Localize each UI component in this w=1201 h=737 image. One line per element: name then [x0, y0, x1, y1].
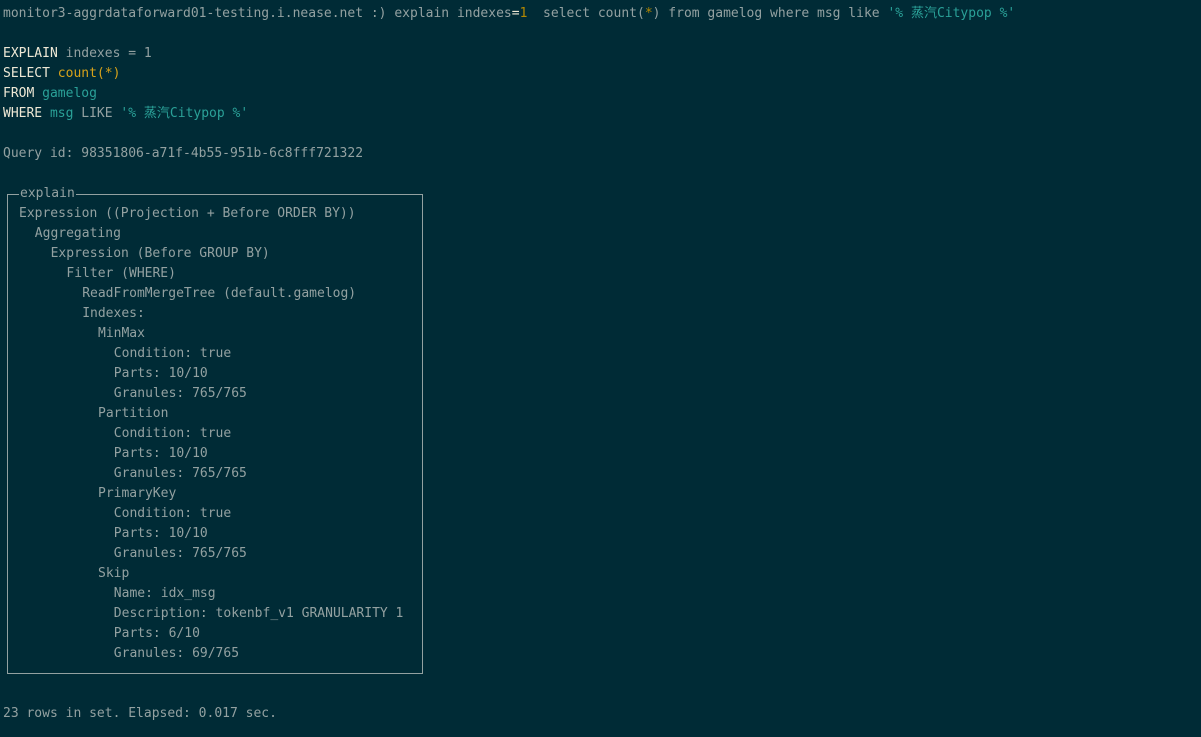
explain-row: Skip [98, 566, 130, 581]
prompt-string-close: Citypop %' [936, 6, 1016, 21]
prompt-equals: = [511, 6, 520, 21]
keyword-from: FROM [3, 86, 35, 101]
explain-row: Condition: true [113, 426, 232, 441]
string-cjk: 蒸汽 [143, 106, 170, 121]
explain-row: Expression (Before GROUP BY) [50, 246, 270, 261]
prompt-cmd-select: select count( [527, 6, 645, 21]
explain-row: Filter (WHERE) [66, 266, 176, 281]
explain-row: Name: idx_msg [113, 586, 216, 601]
formatted-from-line: FROM gamelog [3, 84, 97, 104]
explain-column-header: explain [19, 184, 76, 204]
prompt-string-cjk: 蒸汽 [910, 6, 937, 21]
query-id: Query id: 98351806-a71f-4b55-951b-6c8fff… [3, 146, 364, 161]
table-identifier: gamelog [42, 86, 97, 101]
prompt-star: * [644, 6, 653, 21]
explain-row: Aggregating [34, 226, 121, 241]
explain-row: Granules: 765/765 [113, 466, 247, 481]
keyword-explain: EXPLAIN [3, 46, 58, 61]
prompt-host: monitor3-aggrdataforward01-testing.i.nea… [3, 6, 395, 21]
explain-row: Parts: 10/10 [113, 366, 208, 381]
explain-row: Granules: 765/765 [113, 546, 247, 561]
explain-row: Partition [98, 406, 169, 421]
explain-args: indexes = 1 [57, 46, 152, 61]
explain-row: PrimaryKey [98, 486, 177, 501]
prompt-line: monitor3-aggrdataforward01-testing.i.nea… [3, 4, 1015, 24]
formatted-where-line: WHERE msg LIKE '% 蒸汽Citypop %' [3, 104, 248, 124]
keyword-like: LIKE [73, 106, 121, 121]
explain-row: MinMax [98, 326, 145, 341]
explain-row: Condition: true [113, 506, 232, 521]
explain-row: Indexes: [82, 306, 145, 321]
prompt-cmd-explain: explain indexes [394, 6, 512, 21]
explain-row: Granules: 765/765 [113, 386, 247, 401]
explain-row: Description: tokenbf_v1 GRANULARITY 1 [113, 606, 404, 621]
explain-row: Expression ((Projection + Before ORDER B… [19, 206, 356, 221]
explain-row: ReadFromMergeTree (default.gamelog) [82, 286, 357, 301]
prompt-string-open: '% [887, 6, 911, 21]
prompt-cmd-from: ) from gamelog where msg like [652, 6, 888, 21]
explain-row: Granules: 69/765 [113, 646, 240, 661]
formatted-select-line: SELECT count(*) [3, 64, 120, 84]
keyword-where: WHERE [3, 106, 43, 121]
string-close: Citypop %' [169, 106, 249, 121]
column-identifier: msg [49, 106, 74, 121]
explain-result-table: explain Expression ((Projection + Before… [7, 184, 423, 674]
explain-row: Condition: true [113, 346, 232, 361]
explain-row: Parts: 10/10 [113, 526, 208, 541]
formatted-explain-line: EXPLAIN indexes = 1 [3, 44, 152, 64]
keyword-select: SELECT [3, 66, 50, 81]
explain-row: Parts: 10/10 [113, 446, 208, 461]
function-count: count(*) [57, 66, 121, 81]
result-summary: 23 rows in set. Elapsed: 0.017 sec. [3, 706, 277, 721]
explain-row: Parts: 6/10 [113, 626, 200, 641]
string-open: '% [120, 106, 144, 121]
